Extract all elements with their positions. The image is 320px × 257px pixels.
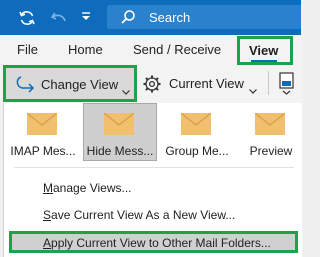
ribbon-separator bbox=[268, 71, 269, 95]
menu-item-access-key: S bbox=[43, 208, 52, 222]
gallery-item-label: Hide Mess... bbox=[86, 144, 154, 158]
tab-send-receive[interactable]: Send / Receive bbox=[133, 42, 221, 57]
reading-pane-icon[interactable] bbox=[279, 72, 295, 101]
gallery-item-hide-messages[interactable]: Hide Mess... bbox=[83, 103, 157, 161]
tab-file[interactable]: File bbox=[17, 42, 38, 57]
search-icon bbox=[120, 9, 136, 30]
envelope-icon bbox=[26, 112, 58, 140]
current-view-label: Current View bbox=[169, 76, 244, 91]
gallery-item-label: IMAP Mes... bbox=[10, 144, 76, 158]
menu-item-apply-label: Apply Current View to Other Mail Folders… bbox=[43, 236, 271, 250]
chevron-down-icon bbox=[249, 81, 257, 99]
search-box[interactable]: Search bbox=[107, 5, 301, 29]
quick-access-dropdown-icon[interactable] bbox=[81, 12, 91, 22]
change-view-icon bbox=[14, 74, 36, 99]
current-view-button[interactable]: Current View bbox=[142, 71, 262, 97]
tab-view-label: View bbox=[249, 43, 279, 58]
menu-item-save-current-view[interactable]: Save Current View As a New View... bbox=[43, 208, 235, 222]
change-view-label: Change View bbox=[41, 77, 119, 92]
active-tab-indicator bbox=[251, 60, 277, 62]
title-bar: Search bbox=[0, 0, 301, 35]
menu-item-apply-current-view[interactable]: Apply Current View to Other Mail Folders… bbox=[9, 231, 298, 253]
tab-view[interactable]: View bbox=[237, 36, 293, 65]
gallery-item-label: Preview bbox=[249, 144, 293, 158]
menu-item-text: pply Current View to Other Mail Folders.… bbox=[51, 236, 271, 250]
change-view-button[interactable]: Change View bbox=[3, 65, 137, 102]
envelope-icon bbox=[180, 112, 212, 140]
gallery-item-label: Group Me... bbox=[165, 144, 229, 158]
menu-separator bbox=[14, 167, 294, 168]
gallery-item-group-messages[interactable]: Group Me... bbox=[160, 103, 234, 161]
menu-item-text: ave Current View As a New View... bbox=[51, 208, 236, 222]
gear-icon bbox=[142, 74, 162, 99]
menu-item-text: anage Views... bbox=[53, 181, 132, 195]
envelope-icon bbox=[103, 112, 135, 140]
menu-item-access-key: A bbox=[43, 236, 52, 250]
menu-item-access-key: M bbox=[43, 181, 53, 195]
gallery-item-imap-messages[interactable]: IMAP Mes... bbox=[6, 103, 80, 161]
gallery-item-preview[interactable]: Preview bbox=[234, 103, 308, 161]
tab-home[interactable]: Home bbox=[68, 42, 103, 57]
menu-item-manage-views[interactable]: Manage Views... bbox=[43, 181, 132, 195]
envelope-icon bbox=[254, 112, 286, 140]
chevron-down-icon bbox=[122, 82, 130, 100]
search-label: Search bbox=[149, 10, 191, 25]
undo-icon[interactable] bbox=[50, 9, 68, 27]
sync-icon[interactable] bbox=[18, 9, 36, 27]
